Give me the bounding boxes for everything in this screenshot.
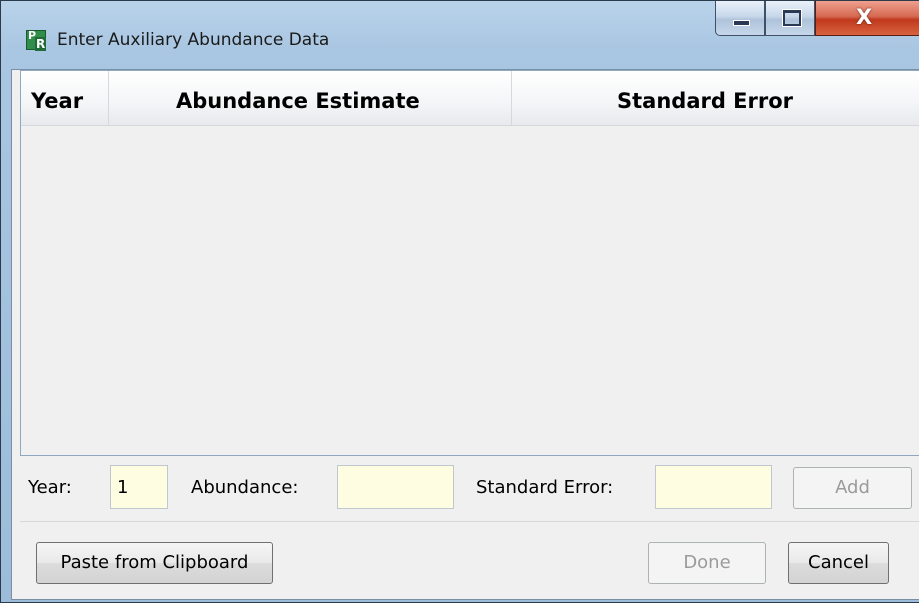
app-icon-letter-r: R bbox=[35, 37, 47, 51]
year-label: Year: bbox=[28, 477, 72, 498]
standard-error-input[interactable] bbox=[655, 465, 772, 509]
column-header-abundance-label: Abundance Estimate bbox=[176, 89, 420, 113]
add-button[interactable]: Add bbox=[793, 467, 912, 509]
abundance-input[interactable] bbox=[337, 465, 454, 509]
column-header-year[interactable]: Year bbox=[21, 71, 109, 125]
grid-header: Year Abundance Estimate Standard Error bbox=[21, 71, 919, 126]
footer-divider bbox=[20, 521, 919, 522]
cancel-button[interactable]: Cancel bbox=[788, 542, 889, 584]
window-title: Enter Auxiliary Abundance Data bbox=[57, 30, 330, 50]
column-header-standard-error[interactable]: Standard Error bbox=[512, 71, 919, 125]
close-button[interactable]: X bbox=[815, 1, 919, 36]
title-bar[interactable]: P R Enter Auxiliary Abundance Data X bbox=[1, 1, 919, 51]
maximize-button[interactable] bbox=[765, 1, 815, 36]
abundance-label: Abundance: bbox=[191, 477, 299, 498]
abundance-data-grid[interactable]: Year Abundance Estimate Standard Error bbox=[20, 70, 919, 456]
column-header-standard-error-label: Standard Error bbox=[617, 89, 794, 113]
minimize-icon bbox=[733, 20, 750, 26]
close-icon: X bbox=[856, 5, 873, 29]
pr-app-icon: P R bbox=[26, 29, 47, 51]
column-header-year-label: Year bbox=[31, 89, 84, 113]
done-button[interactable]: Done bbox=[648, 542, 766, 584]
year-input[interactable] bbox=[110, 465, 168, 509]
standard-error-label: Standard Error: bbox=[476, 477, 614, 498]
column-header-abundance-estimate[interactable]: Abundance Estimate bbox=[109, 71, 512, 125]
minimize-button[interactable] bbox=[715, 1, 765, 36]
maximize-icon bbox=[783, 10, 801, 26]
paste-from-clipboard-button[interactable]: Paste from Clipboard bbox=[36, 542, 273, 584]
